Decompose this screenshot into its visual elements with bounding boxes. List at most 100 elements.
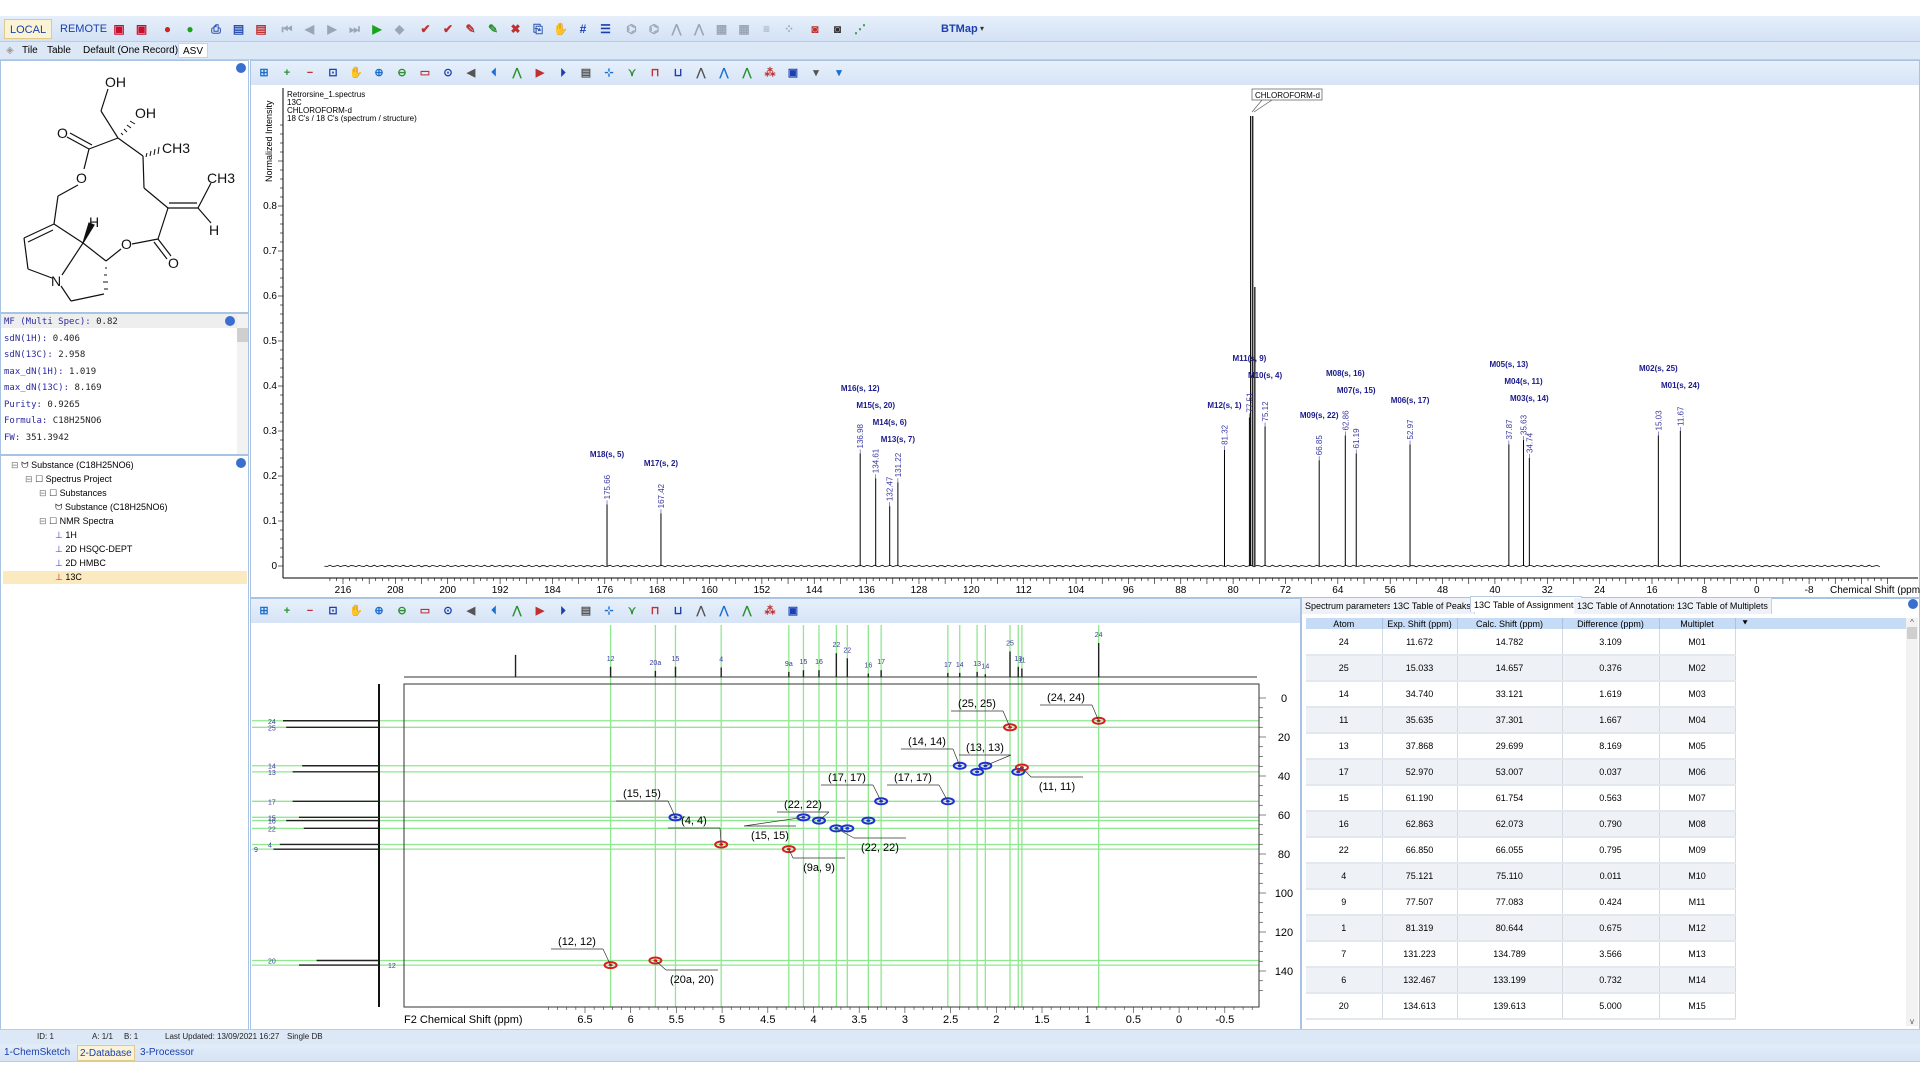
table-row[interactable]: 15 61.190 61.754 0.563 M07 (1306, 785, 1907, 812)
table-row[interactable]: 16 62.863 62.073 0.790 M08 (1306, 811, 1907, 838)
table-tab[interactable]: Spectrum parameters (1302, 598, 1396, 614)
table-tab[interactable]: 13C Table of Peaks (1390, 598, 1475, 614)
table-cell: 6 (1306, 967, 1383, 994)
h-projection-label: 15 (672, 656, 680, 663)
table-cell: M02 (1659, 655, 1736, 682)
cross-peak-leader (1040, 704, 1099, 721)
cross-peak-center (975, 770, 980, 774)
cross-peak-label: (12, 12) (558, 936, 596, 948)
table-row[interactable]: 24 11.672 14.782 3.109 M01 (1306, 629, 1907, 656)
table-cell: 139.613 (1457, 993, 1563, 1020)
table-tab[interactable]: 13C Table of Annotations (1574, 598, 1681, 614)
table-cell: 8.169 (1562, 733, 1660, 760)
h-projection-label: 16 (864, 663, 872, 670)
table-row[interactable]: 14 34.740 33.121 1.619 M03 (1306, 681, 1907, 708)
f2-tick-label: 4 (810, 1014, 816, 1026)
column-header[interactable]: Calc. Shift (ppm) (1457, 618, 1563, 629)
c-projection-label: 22 (268, 826, 276, 833)
x-tick-label: 0 (1754, 585, 1760, 596)
cross-peak-leader (551, 948, 611, 966)
cross-peak-label: (15, 15) (623, 788, 661, 800)
table-row[interactable]: 20 134.613 139.613 5.000 M15 (1306, 993, 1907, 1020)
table-row[interactable]: 7 131.223 134.789 3.566 M13 (1306, 941, 1907, 968)
table-cell: 7 (1306, 941, 1383, 968)
table-scrollbar[interactable]: ^ v (1906, 618, 1918, 1026)
f1-tick-label: 40 (1278, 771, 1290, 783)
x-tick-label: 8 (1702, 585, 1708, 596)
table-row[interactable]: 1 81.319 80.644 0.675 M12 (1306, 915, 1907, 942)
table-row[interactable]: 22 66.850 66.055 0.795 M09 (1306, 837, 1907, 864)
h-projection-label: 25 (1006, 641, 1014, 648)
status-b: B: 1 (124, 1032, 139, 1041)
task-chemsketch[interactable]: 1-ChemSketch (2, 1045, 72, 1061)
f2-tick-label: 4.5 (760, 1014, 775, 1026)
f2-tick-label: -0.5 (1215, 1014, 1234, 1026)
x-tick-label: 56 (1385, 585, 1397, 596)
panel-options-icon[interactable] (1908, 599, 1918, 609)
table-empty (1735, 681, 1907, 707)
c-projection-label: 13 (268, 770, 276, 777)
table-cell: 133.199 (1457, 967, 1563, 994)
table-tabs: Spectrum parameters 13C Table of Peaks 13C… (1302, 596, 1902, 615)
table-cell: 80.644 (1457, 915, 1563, 942)
cross-peak-label: (15, 15) (751, 830, 789, 842)
table-cell: 0.037 (1562, 759, 1660, 786)
f2-axis-label: F2 Chemical Shift (ppm) (404, 1014, 523, 1026)
table-cell: 14 (1306, 681, 1383, 708)
peak-multiplet-label: M04(s, 11) (1504, 377, 1543, 386)
table-cell: 0.424 (1562, 889, 1660, 916)
table-cell: M03 (1659, 681, 1736, 708)
h-projection-label: 12 (607, 656, 615, 663)
table-row[interactable]: 6 132.467 133.199 0.732 M14 (1306, 967, 1907, 994)
column-chooser-icon[interactable]: ⯆ (1735, 618, 1908, 629)
table-row[interactable]: 9 77.507 77.083 0.424 M11 (1306, 889, 1907, 916)
table-empty (1735, 785, 1907, 811)
h-projection-label: 22 (832, 642, 840, 649)
table-cell: 4 (1306, 863, 1383, 890)
column-header[interactable]: Multiplet (1659, 618, 1736, 629)
task-processor[interactable]: 3-Processor (138, 1045, 196, 1061)
column-header[interactable]: Exp. Shift (ppm) (1382, 618, 1458, 629)
table-cell: 1.667 (1562, 707, 1660, 734)
column-header[interactable]: Atom (1306, 618, 1383, 629)
table-tab[interactable]: 13C Table of Assignments (1470, 596, 1582, 612)
table-cell: 14.782 (1457, 629, 1563, 656)
table-cell: 134.789 (1457, 941, 1563, 968)
table-cell: 0.795 (1562, 837, 1660, 864)
table-cell: M01 (1659, 629, 1736, 656)
table-cell: 77.507 (1382, 889, 1458, 916)
table-cell: 34.740 (1382, 681, 1458, 708)
status-last-updated: Last Updated: 13/09/2021 16:27 (165, 1032, 280, 1041)
peak-shift-label: 34.74 (1525, 432, 1534, 453)
x-tick-label: 64 (1332, 585, 1344, 596)
table-cell: M10 (1659, 863, 1736, 890)
h-projection-label: 22 (843, 647, 851, 654)
h-projection-label: 17 (877, 659, 885, 666)
f2-tick-label: 3 (902, 1014, 908, 1026)
f2-tick-label: 1.5 (1034, 1014, 1049, 1026)
f2-tick-label: 2.5 (943, 1014, 958, 1026)
table-row[interactable]: 11 35.635 37.301 1.667 M04 (1306, 707, 1907, 734)
table-cell: 81.319 (1382, 915, 1458, 942)
c-projection-label: 25 (268, 725, 276, 732)
table-row[interactable]: 17 52.970 53.007 0.037 M06 (1306, 759, 1907, 786)
cross-peak-center (845, 827, 850, 830)
table-cell: 0.732 (1562, 967, 1660, 994)
table-row[interactable]: 25 15.033 14.657 0.376 M02 (1306, 655, 1907, 682)
hsqc-2d-chart[interactable]: 1220a15 49a 15 16222216 17 17 14 13 142513112424… (0, 0, 1310, 1030)
table-row[interactable]: 4 75.121 75.110 0.011 M10 (1306, 863, 1907, 890)
cross-peak-leader (887, 784, 949, 802)
table-row[interactable]: 13 37.868 29.699 8.169 M05 (1306, 733, 1907, 760)
h-projection-label: 16 (815, 659, 823, 666)
cross-peak-label: (14, 14) (908, 736, 946, 748)
table-cell: M07 (1659, 785, 1736, 812)
column-header[interactable]: Difference (ppm) (1562, 618, 1660, 629)
table-empty (1735, 993, 1907, 1019)
peak-multiplet-label: M03(s, 14) (1510, 394, 1549, 403)
table-empty (1735, 707, 1907, 733)
task-database[interactable]: 2-Database (77, 1045, 135, 1061)
table-empty (1735, 863, 1907, 889)
cross-peak-label: (13, 13) (966, 742, 1004, 754)
peak-shift-label: 37.87 (1505, 419, 1514, 440)
table-tab[interactable]: 13C Table of Multiplets (1674, 598, 1772, 614)
